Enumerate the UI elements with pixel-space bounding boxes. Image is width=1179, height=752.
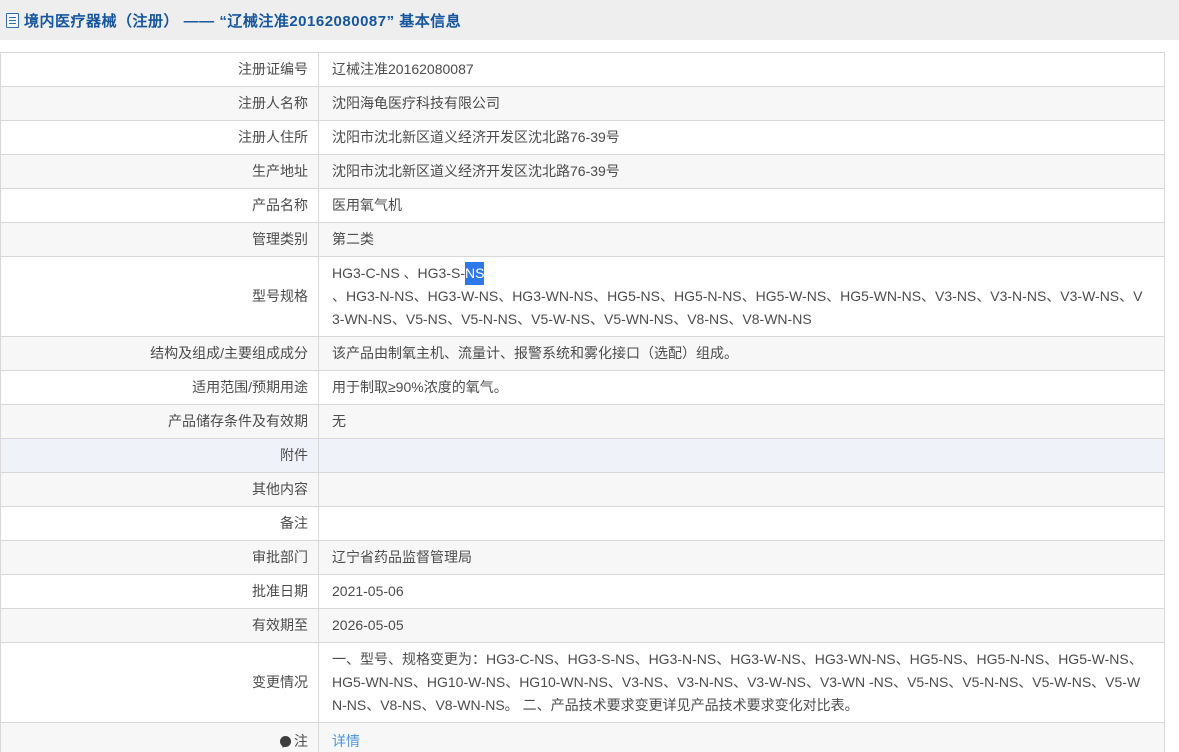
table-row-change-status: 变更情况 一、型号、规格变更为：HG3-C-NS、HG3-S-NS、HG3-N-…: [1, 643, 1164, 723]
table-row-storage-conditions: 产品储存条件及有效期 无: [1, 405, 1164, 439]
table-row-production-address: 生产地址 沈阳市沈北新区道义经济开发区沈北路76-39号: [1, 155, 1164, 189]
row-value: [319, 507, 1164, 540]
page-header: 境内医疗器械（注册） —— “辽械注准20162080087” 基本信息: [0, 0, 1179, 40]
table-row-structure-composition: 结构及组成/主要组成成分 该产品由制氧主机、流量计、报警系统和雾化接口（选配）组…: [1, 337, 1164, 371]
table-row-remarks: 备注: [1, 507, 1164, 541]
row-value: 用于制取≥90%浓度的氧气。: [319, 371, 1164, 404]
table-row-registrant-name: 注册人名称 沈阳海龟医疗科技有限公司: [1, 87, 1164, 121]
row-label: 审批部门: [1, 541, 319, 574]
row-label: 结构及组成/主要组成成分: [1, 337, 319, 370]
row-label: 产品储存条件及有效期: [1, 405, 319, 438]
row-label: 注册人名称: [1, 87, 319, 120]
table-row-registration-number: 注册证编号 辽械注准20162080087: [1, 53, 1164, 87]
row-value: 沈阳海龟医疗科技有限公司: [319, 87, 1164, 120]
row-value: 辽宁省药品监督管理局: [319, 541, 1164, 574]
registration-info-table: 注册证编号 辽械注准20162080087 注册人名称 沈阳海龟医疗科技有限公司…: [0, 52, 1165, 752]
row-value: [319, 439, 1164, 472]
row-label: 管理类别: [1, 223, 319, 256]
document-icon: [6, 13, 19, 28]
row-label: 其他内容: [1, 473, 319, 506]
table-row-registrant-address: 注册人住所 沈阳市沈北新区道义经济开发区沈北路76-39号: [1, 121, 1164, 155]
page-title: 境内医疗器械（注册） —— “辽械注准20162080087” 基本信息: [24, 10, 461, 31]
model-specs-text: 、HG3-N-NS、HG3-W-NS、HG3-WN-NS、HG5-NS、HG5-…: [332, 285, 1150, 331]
table-row-note: 注 详情: [1, 723, 1164, 752]
speech-balloon-icon: [280, 736, 291, 747]
selected-text-highlight: NS: [465, 262, 484, 285]
row-label: 附件: [1, 439, 319, 472]
row-label: 变更情况: [1, 643, 319, 722]
row-value: 2021-05-06: [319, 575, 1164, 608]
row-label: 型号规格: [1, 257, 319, 336]
note-label: 注: [294, 730, 308, 752]
table-row-other-content: 其他内容: [1, 473, 1164, 507]
table-row-attachments: 附件: [1, 439, 1164, 473]
row-value: [319, 473, 1164, 506]
row-label: 注: [1, 723, 319, 752]
row-label: 备注: [1, 507, 319, 540]
row-value: 一、型号、规格变更为：HG3-C-NS、HG3-S-NS、HG3-N-NS、HG…: [319, 643, 1164, 722]
row-value: 沈阳市沈北新区道义经济开发区沈北路76-39号: [319, 121, 1164, 154]
table-row-model-specs: 型号规格 HG3-C-NS 、HG3-S-NS、HG3-N-NS、HG3-W-N…: [1, 257, 1164, 337]
row-value: 第二类: [319, 223, 1164, 256]
row-label: 注册人住所: [1, 121, 319, 154]
detail-link[interactable]: 详情: [332, 730, 360, 752]
row-label: 生产地址: [1, 155, 319, 188]
row-label: 批准日期: [1, 575, 319, 608]
table-row-approval-department: 审批部门 辽宁省药品监督管理局: [1, 541, 1164, 575]
row-value: 2026-05-05: [319, 609, 1164, 642]
row-label: 有效期至: [1, 609, 319, 642]
row-value: HG3-C-NS 、HG3-S-NS、HG3-N-NS、HG3-W-NS、HG3…: [319, 257, 1164, 336]
row-value: 详情: [319, 723, 1164, 752]
row-value: 该产品由制氧主机、流量计、报警系统和雾化接口（选配）组成。: [319, 337, 1164, 370]
row-value: 医用氧气机: [319, 189, 1164, 222]
row-value: 沈阳市沈北新区道义经济开发区沈北路76-39号: [319, 155, 1164, 188]
table-row-product-name: 产品名称 医用氧气机: [1, 189, 1164, 223]
row-value: 辽械注准20162080087: [319, 53, 1164, 86]
row-value: 无: [319, 405, 1164, 438]
model-specs-text: HG3-C-NS 、HG3-S-: [332, 262, 465, 285]
table-row-approval-date: 批准日期 2021-05-06: [1, 575, 1164, 609]
row-label: 产品名称: [1, 189, 319, 222]
row-label: 注册证编号: [1, 53, 319, 86]
table-row-valid-until: 有效期至 2026-05-05: [1, 609, 1164, 643]
table-row-management-category: 管理类别 第二类: [1, 223, 1164, 257]
row-label: 适用范围/预期用途: [1, 371, 319, 404]
table-row-intended-use: 适用范围/预期用途 用于制取≥90%浓度的氧气。: [1, 371, 1164, 405]
